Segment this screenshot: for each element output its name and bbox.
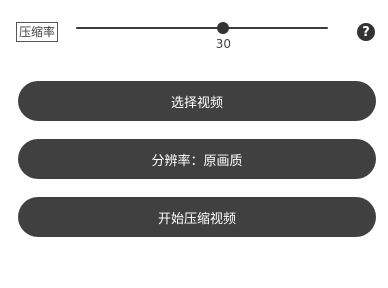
help-icon[interactable]: ? [357, 23, 375, 41]
select-video-button[interactable]: 选择视频 [18, 81, 376, 121]
compression-rate-slider[interactable] [76, 20, 328, 36]
slider-value-label: 30 [215, 37, 232, 51]
slider-thumb[interactable] [217, 22, 230, 34]
slider-track[interactable] [76, 27, 328, 29]
compression-rate-label: 压缩率 [16, 22, 58, 42]
resolution-button[interactable]: 分辨率：原画质 [18, 139, 376, 179]
start-compress-button[interactable]: 开始压缩视频 [18, 197, 376, 237]
